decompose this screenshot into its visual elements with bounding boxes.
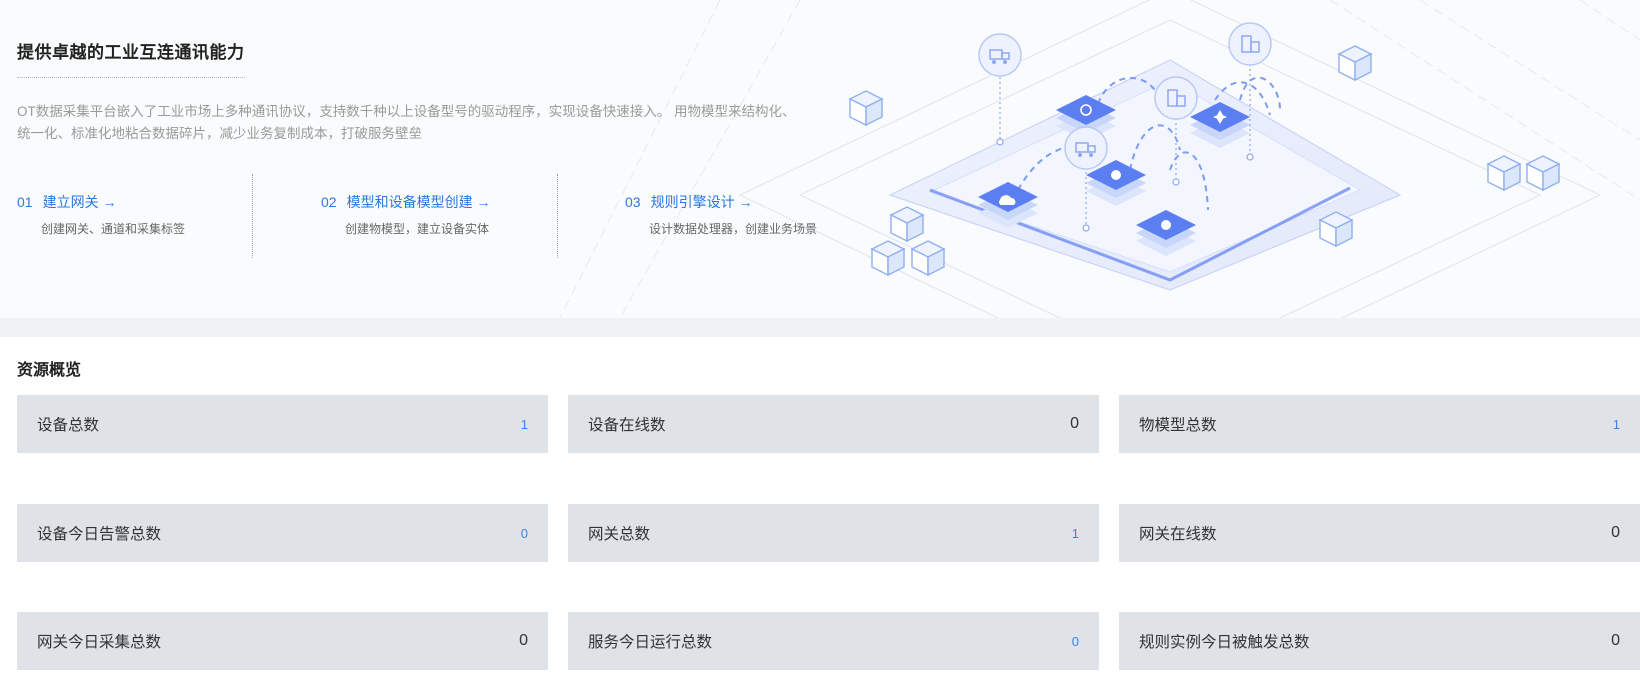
stat-label: 网关在线数 [1139, 526, 1217, 543]
stat-card-device-online[interactable]: 设备在线数 0 [568, 395, 1099, 453]
step-link[interactable]: 模型和设备模型创建 → [347, 194, 491, 210]
cube-icon [1338, 45, 1372, 81]
stat-label: 物模型总数 [1139, 417, 1217, 434]
step-rule-engine[interactable]: 03 规则引擎设计 → 设计数据处理器，创建业务场景 [625, 192, 817, 237]
step-number: 01 [17, 194, 33, 210]
resource-overview: 资源概览 设备总数 1 设备在线数 0 物模型总数 1 设备今日告警总数 0 网… [0, 337, 1640, 685]
stat-value: 0 [519, 632, 528, 649]
iot-platform-illustration [849, 22, 1560, 291]
cube-icon [1487, 155, 1521, 191]
cube-icon [849, 90, 883, 126]
stat-value: 1 [520, 416, 528, 432]
stat-card-device-total[interactable]: 设备总数 1 [17, 395, 548, 453]
stat-label: 服务今日运行总数 [588, 634, 713, 651]
hero-description: OT数据采集平台嵌入了工业市场上多种通讯协议，支持数千种以上设备型号的驱动程序，… [17, 104, 796, 141]
stat-label: 规则实例今日被触发总数 [1139, 634, 1310, 651]
truck-icon [978, 33, 1022, 77]
stat-card-gateway-collect-today[interactable]: 网关今日采集总数 0 [17, 612, 548, 670]
section-gap [0, 318, 1640, 337]
stat-card-model-total[interactable]: 物模型总数 1 [1119, 395, 1640, 453]
step-model-creation[interactable]: 02 模型和设备模型创建 → 创建物模型，建立设备实体 [321, 192, 490, 237]
cube-icon [1526, 155, 1560, 191]
step-title[interactable]: 02 模型和设备模型创建 → [321, 192, 490, 212]
step-divider [252, 174, 253, 258]
step-subtitle: 创建物模型，建立设备实体 [345, 222, 490, 236]
cube-icon [890, 206, 924, 242]
stat-value: 0 [1071, 633, 1079, 649]
step-link[interactable]: 规则引擎设计 → [651, 194, 753, 210]
stat-card-gateway-online[interactable]: 网关在线数 0 [1119, 504, 1640, 562]
stat-card-rule-trigger-today[interactable]: 规则实例今日被触发总数 0 [1119, 612, 1640, 670]
cube-icon [1319, 211, 1353, 247]
stat-label: 设备今日告警总数 [37, 526, 162, 543]
building-icon [1154, 76, 1198, 120]
stat-value: 0 [1070, 415, 1079, 432]
cube-icon [871, 240, 905, 276]
stat-value: 1 [1071, 525, 1079, 541]
stat-label: 设备总数 [37, 417, 100, 434]
hero-title: 提供卓越的工业互连通讯能力 [17, 38, 245, 78]
step-subtitle: 设计数据处理器，创建业务场景 [649, 222, 818, 236]
step-create-gateway[interactable]: 01 建立网关 → 创建网关、通道和采集标签 [17, 192, 185, 237]
stat-value: 0 [1611, 524, 1620, 541]
truck-icon [1064, 126, 1108, 170]
stat-card-device-alarm-today[interactable]: 设备今日告警总数 0 [17, 504, 548, 562]
stat-card-gateway-total[interactable]: 网关总数 1 [568, 504, 1099, 562]
step-number: 03 [625, 194, 641, 210]
step-subtitle: 创建网关、通道和采集标签 [41, 222, 186, 236]
stat-label: 网关总数 [588, 526, 651, 543]
step-number: 02 [321, 194, 337, 210]
stat-label: 设备在线数 [588, 417, 666, 434]
step-title[interactable]: 03 规则引擎设计 → [625, 192, 817, 212]
step-title[interactable]: 01 建立网关 → [17, 192, 185, 212]
stat-card-service-run-today[interactable]: 服务今日运行总数 0 [568, 612, 1099, 670]
stat-value: 1 [1612, 416, 1620, 432]
stat-value: 0 [1611, 632, 1620, 649]
cube-icon [911, 240, 945, 276]
hero-banner: 提供卓越的工业互连通讯能力 OT数据采集平台嵌入了工业市场上多种通讯协议，支持数… [0, 0, 1640, 318]
step-divider [557, 174, 558, 258]
overview-title: 资源概览 [17, 362, 82, 379]
stat-value: 0 [520, 525, 528, 541]
stat-label: 网关今日采集总数 [37, 634, 162, 651]
building-icon [1228, 22, 1272, 66]
step-link[interactable]: 建立网关 → [43, 194, 117, 210]
